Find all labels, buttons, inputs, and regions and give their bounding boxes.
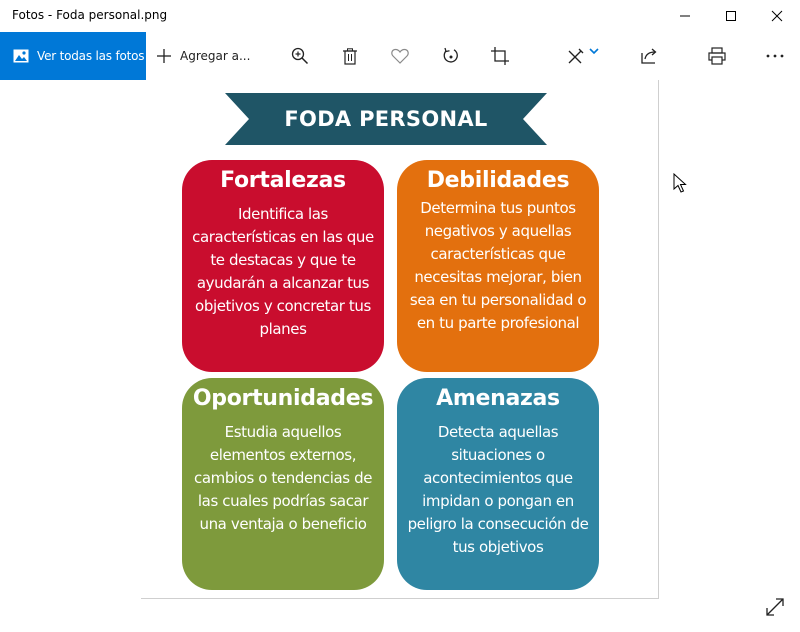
- delete-button[interactable]: [341, 32, 359, 80]
- card-oportunidades: Oportunidades Estudia aquellos elementos…: [182, 378, 384, 590]
- rotate-icon: [443, 47, 458, 63]
- rotate-button[interactable]: [441, 32, 461, 80]
- favorite-button[interactable]: [390, 32, 410, 80]
- maximize-button[interactable]: [708, 0, 754, 32]
- card-fortalezas: Fortalezas Identifica las característica…: [182, 160, 384, 372]
- window-title: Fotos - Foda personal.png: [12, 8, 168, 22]
- photo-icon: [13, 49, 29, 63]
- card-title: Oportunidades: [192, 386, 374, 411]
- share-button[interactable]: [640, 32, 658, 80]
- print-button[interactable]: [708, 32, 726, 80]
- print-icon: [708, 47, 726, 65]
- add-to-button[interactable]: Agregar a...: [156, 32, 250, 80]
- full-screen-button[interactable]: [764, 596, 786, 618]
- chevron-down-icon: [589, 48, 599, 55]
- card-text: Estudia aquellos elementos externos, cam…: [193, 423, 373, 533]
- card-title: Debilidades: [426, 168, 570, 193]
- minimize-icon: [680, 15, 690, 17]
- see-all-photos-label: Ver todas las fotos: [37, 49, 145, 63]
- card-title: Amenazas: [436, 386, 560, 411]
- favorite-heart-icon: [391, 48, 409, 64]
- share-icon: [641, 48, 657, 64]
- card-debilidades: Debilidades Determina tus puntos negativ…: [397, 160, 599, 372]
- maximize-icon: [726, 11, 736, 21]
- title-bar: Fotos - Foda personal.png: [0, 0, 800, 32]
- expand-icon: [766, 598, 784, 616]
- crop-icon: [491, 47, 509, 65]
- edit-create-button[interactable]: [564, 32, 602, 80]
- banner-title: FODA PERSONAL: [284, 107, 488, 131]
- edit-create-icon: [568, 48, 584, 64]
- plus-icon: [157, 49, 171, 63]
- card-amenazas: Amenazas Detecta aquellas situaciones o …: [397, 378, 599, 590]
- photo-image: FODA PERSONAL Fortalezas Identifica las …: [141, 80, 659, 599]
- zoom-button[interactable]: [290, 32, 310, 80]
- photo-viewer[interactable]: FODA PERSONAL Fortalezas Identifica las …: [0, 80, 800, 632]
- card-title: Fortalezas: [220, 168, 346, 193]
- card-text: Detecta aquellas situaciones o acontecim…: [407, 423, 589, 556]
- zoom-in-icon: [291, 47, 309, 65]
- card-text: Identifica las características en las qu…: [192, 205, 374, 338]
- toolbar: Ver todas las fotos Agregar a...: [0, 32, 800, 80]
- see-all-photos-button[interactable]: Ver todas las fotos: [0, 32, 146, 80]
- close-icon: [771, 10, 783, 22]
- add-to-label: Agregar a...: [180, 49, 251, 63]
- delete-icon: [343, 47, 357, 65]
- minimize-button[interactable]: [662, 0, 708, 32]
- close-button[interactable]: [754, 0, 800, 32]
- mouse-cursor-icon: [673, 173, 687, 193]
- crop-button[interactable]: [491, 32, 509, 80]
- card-text: Determina tus puntos negativos y aquella…: [409, 199, 587, 332]
- more-options-icon: [766, 54, 784, 58]
- more-options-button[interactable]: [765, 32, 785, 80]
